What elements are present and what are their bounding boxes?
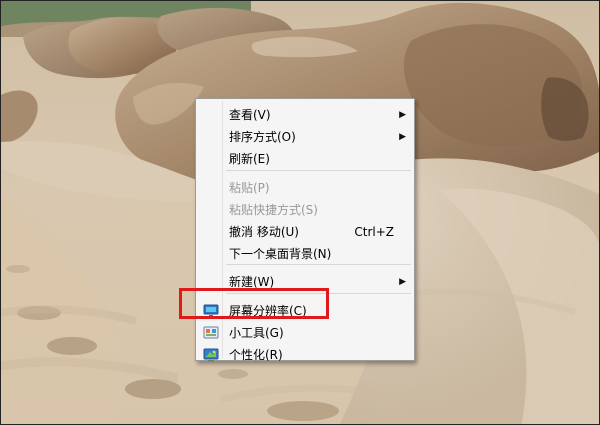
- menu-item-paste[interactable]: 粘贴(P): [196, 178, 414, 198]
- menu-item-refresh-label: 刷新(E): [229, 152, 270, 166]
- desktop-context-menu: 查看(V) ▶ 排序方式(O) ▶ 刷新(E) 粘贴(P) 粘贴快捷方式(S) 撤消 移动(U…: [195, 98, 415, 362]
- menu-item-gadgets[interactable]: 小工具(G): [196, 323, 414, 343]
- menu-item-paste-shortcut[interactable]: 粘贴快捷方式(S): [196, 200, 414, 220]
- gadgets-icon: [203, 325, 219, 341]
- menu-item-undo-move-shortcut: Ctrl+Z: [354, 225, 394, 239]
- menu-item-undo-move-label: 撤消 移动(U): [229, 225, 299, 239]
- menu-item-gadgets-label: 小工具(G): [229, 326, 284, 340]
- desktop-screenshot: 查看(V) ▶ 排序方式(O) ▶ 刷新(E) 粘贴(P) 粘贴快捷方式(S) 撤消 移动(U…: [0, 0, 600, 425]
- menu-item-view-label: 查看(V): [229, 108, 271, 122]
- personalize-icon: [203, 347, 219, 363]
- submenu-arrow-icon: ▶: [399, 110, 406, 120]
- submenu-arrow-icon: ▶: [399, 277, 406, 287]
- menu-item-next-background-label: 下一个桌面背景(N): [229, 247, 332, 261]
- highlight-box: [179, 288, 329, 319]
- menu-item-refresh[interactable]: 刷新(E): [196, 149, 414, 169]
- menu-item-undo-move[interactable]: 撤消 移动(U) Ctrl+Z: [196, 222, 414, 242]
- menu-item-view[interactable]: 查看(V) ▶: [196, 105, 414, 125]
- menu-item-sort-by[interactable]: 排序方式(O) ▶: [196, 127, 414, 147]
- submenu-arrow-icon: ▶: [399, 132, 406, 142]
- menu-item-paste-label: 粘贴(P): [229, 181, 270, 195]
- menu-item-next-background[interactable]: 下一个桌面背景(N): [196, 244, 414, 264]
- menu-item-paste-shortcut-label: 粘贴快捷方式(S): [229, 203, 318, 217]
- menu-item-personalize-label: 个性化(R): [229, 348, 283, 362]
- menu-separator: [226, 264, 411, 265]
- menu-item-sort-by-label: 排序方式(O): [229, 130, 296, 144]
- menu-item-personalize[interactable]: 个性化(R): [196, 345, 414, 365]
- menu-separator: [226, 170, 411, 171]
